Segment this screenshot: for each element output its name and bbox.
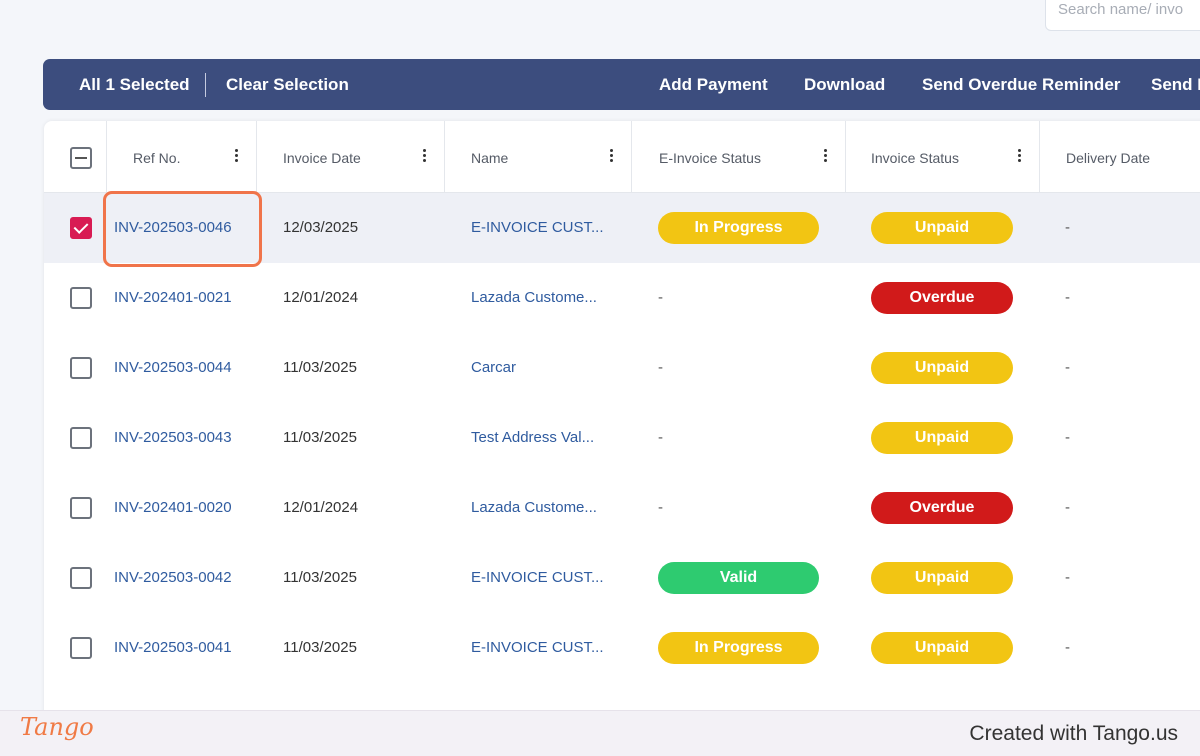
delivery-date: - [1065, 499, 1070, 516]
select-all-header [44, 121, 107, 193]
column-ref-no[interactable]: Ref No. [107, 121, 257, 193]
customer-name-link[interactable]: Test Address Val... [471, 403, 606, 473]
einvoice-status: - [658, 359, 663, 376]
ref-no-link[interactable]: INV-202401-0021 [114, 263, 232, 333]
column-label: Invoice Date [283, 150, 361, 166]
column-label: Delivery Date [1066, 150, 1151, 166]
invoice-date: 12/01/2024 [283, 499, 359, 516]
select-all-checkbox[interactable] [70, 147, 92, 169]
column-menu-icon[interactable] [423, 149, 427, 163]
row-checkbox[interactable] [70, 217, 92, 239]
invoice-status-badge: Unpaid [871, 352, 1013, 384]
ref-no-link[interactable]: INV-202503-0043 [114, 403, 232, 473]
invoice-status-badge: Unpaid [871, 562, 1013, 594]
einvoice-status: - [658, 429, 663, 446]
invoice-date: 12/01/2024 [283, 289, 359, 306]
tutorial-highlight-box [103, 191, 262, 267]
invoice-status-badge: Overdue [871, 282, 1013, 314]
ref-no-link[interactable]: INV-202503-0041 [114, 613, 232, 683]
delivery-date: - [1065, 289, 1070, 306]
search-input[interactable]: Search name/ invo [1045, 0, 1200, 31]
invoice-date: 12/03/2025 [283, 219, 359, 236]
add-payment-button[interactable]: Add Payment [659, 75, 768, 95]
column-menu-icon[interactable] [824, 149, 828, 163]
customer-name-link[interactable]: Carcar [471, 333, 606, 403]
customer-name-link[interactable]: Lazada Custome... [471, 473, 606, 543]
row-checkbox[interactable] [70, 637, 92, 659]
selection-divider [205, 73, 206, 97]
row-checkbox[interactable] [70, 497, 92, 519]
column-name[interactable]: Name [445, 121, 632, 193]
column-delivery-date[interactable]: Delivery Date [1040, 121, 1200, 193]
invoice-date: 11/03/2025 [283, 569, 357, 586]
column-menu-icon[interactable] [1018, 149, 1022, 163]
column-menu-icon[interactable] [610, 149, 614, 163]
download-button[interactable]: Download [804, 75, 885, 95]
clear-selection-button[interactable]: Clear Selection [226, 75, 349, 95]
table-row[interactable]: INV-202503-0042 11/03/2025 E-INVOICE CUST.… [44, 543, 1200, 613]
customer-name-link[interactable]: E-INVOICE CUST... [471, 193, 606, 263]
delivery-date: - [1065, 639, 1070, 656]
ref-no-link[interactable]: INV-202503-0042 [114, 543, 232, 613]
row-checkbox[interactable] [70, 357, 92, 379]
send-button[interactable]: Send I [1151, 75, 1200, 95]
table-row[interactable]: INV-202503-0043 11/03/2025 Test Address Va… [44, 403, 1200, 473]
column-label: E-Invoice Status [659, 150, 761, 166]
delivery-date: - [1065, 359, 1070, 376]
column-invoice-status[interactable]: Invoice Status [846, 121, 1040, 193]
top-strip: Search name/ invo [0, 0, 1200, 58]
row-checkbox[interactable] [70, 427, 92, 449]
invoice-date: 11/03/2025 [283, 429, 357, 446]
invoice-date: 11/03/2025 [283, 359, 357, 376]
column-einvoice-status[interactable]: E-Invoice Status [632, 121, 846, 193]
invoice-status-badge: Unpaid [871, 212, 1013, 244]
selected-count-label: All 1 Selected [79, 75, 190, 94]
einvoice-status: - [658, 289, 663, 306]
tango-credit: Created with Tango.us [969, 722, 1178, 745]
delivery-date: - [1065, 429, 1070, 446]
table-row[interactable]: INV-202503-0044 11/03/2025 Carcar - Unpaid - [44, 333, 1200, 403]
einvoice-status-badge: In Progress [658, 212, 819, 244]
row-checkbox[interactable] [70, 567, 92, 589]
ref-no-link[interactable]: INV-202401-0020 [114, 473, 232, 543]
invoice-status-badge: Unpaid [871, 422, 1013, 454]
column-label: Name [471, 150, 509, 166]
customer-name-link[interactable]: E-INVOICE CUST... [471, 613, 606, 683]
table-header: Ref No. Invoice Date Name E-Invoice Stat… [44, 121, 1200, 193]
invoice-status-badge: Overdue [871, 492, 1013, 524]
einvoice-status: - [658, 499, 663, 516]
delivery-date: - [1065, 219, 1070, 236]
send-overdue-reminder-button[interactable]: Send Overdue Reminder [922, 75, 1120, 95]
table-row[interactable]: INV-202401-0021 12/01/2024 Lazada Custome.… [44, 263, 1200, 333]
tango-logo: Tango [20, 713, 94, 741]
selection-action-bar: All 1 Selected Clear Selection Add Payme… [43, 59, 1200, 110]
einvoice-status-badge: In Progress [658, 632, 819, 664]
customer-name-link[interactable]: E-INVOICE CUST... [471, 543, 606, 613]
column-label: Invoice Status [871, 150, 959, 166]
invoice-status-badge: Unpaid [871, 632, 1013, 664]
einvoice-status-badge: Valid [658, 562, 819, 594]
column-label: Ref No. [133, 150, 181, 166]
table-row[interactable]: INV-202503-0041 11/03/2025 E-INVOICE CUST.… [44, 613, 1200, 683]
invoice-date: 11/03/2025 [283, 639, 357, 656]
customer-name-link[interactable]: Lazada Custome... [471, 263, 606, 333]
row-checkbox[interactable] [70, 287, 92, 309]
tango-footer: Tango Created with Tango.us [0, 710, 1200, 756]
table-row[interactable]: INV-202401-0020 12/01/2024 Lazada Custome.… [44, 473, 1200, 543]
ref-no-link[interactable]: INV-202503-0044 [114, 333, 232, 403]
delivery-date: - [1065, 569, 1070, 586]
column-invoice-date[interactable]: Invoice Date [257, 121, 445, 193]
column-menu-icon[interactable] [235, 149, 239, 163]
